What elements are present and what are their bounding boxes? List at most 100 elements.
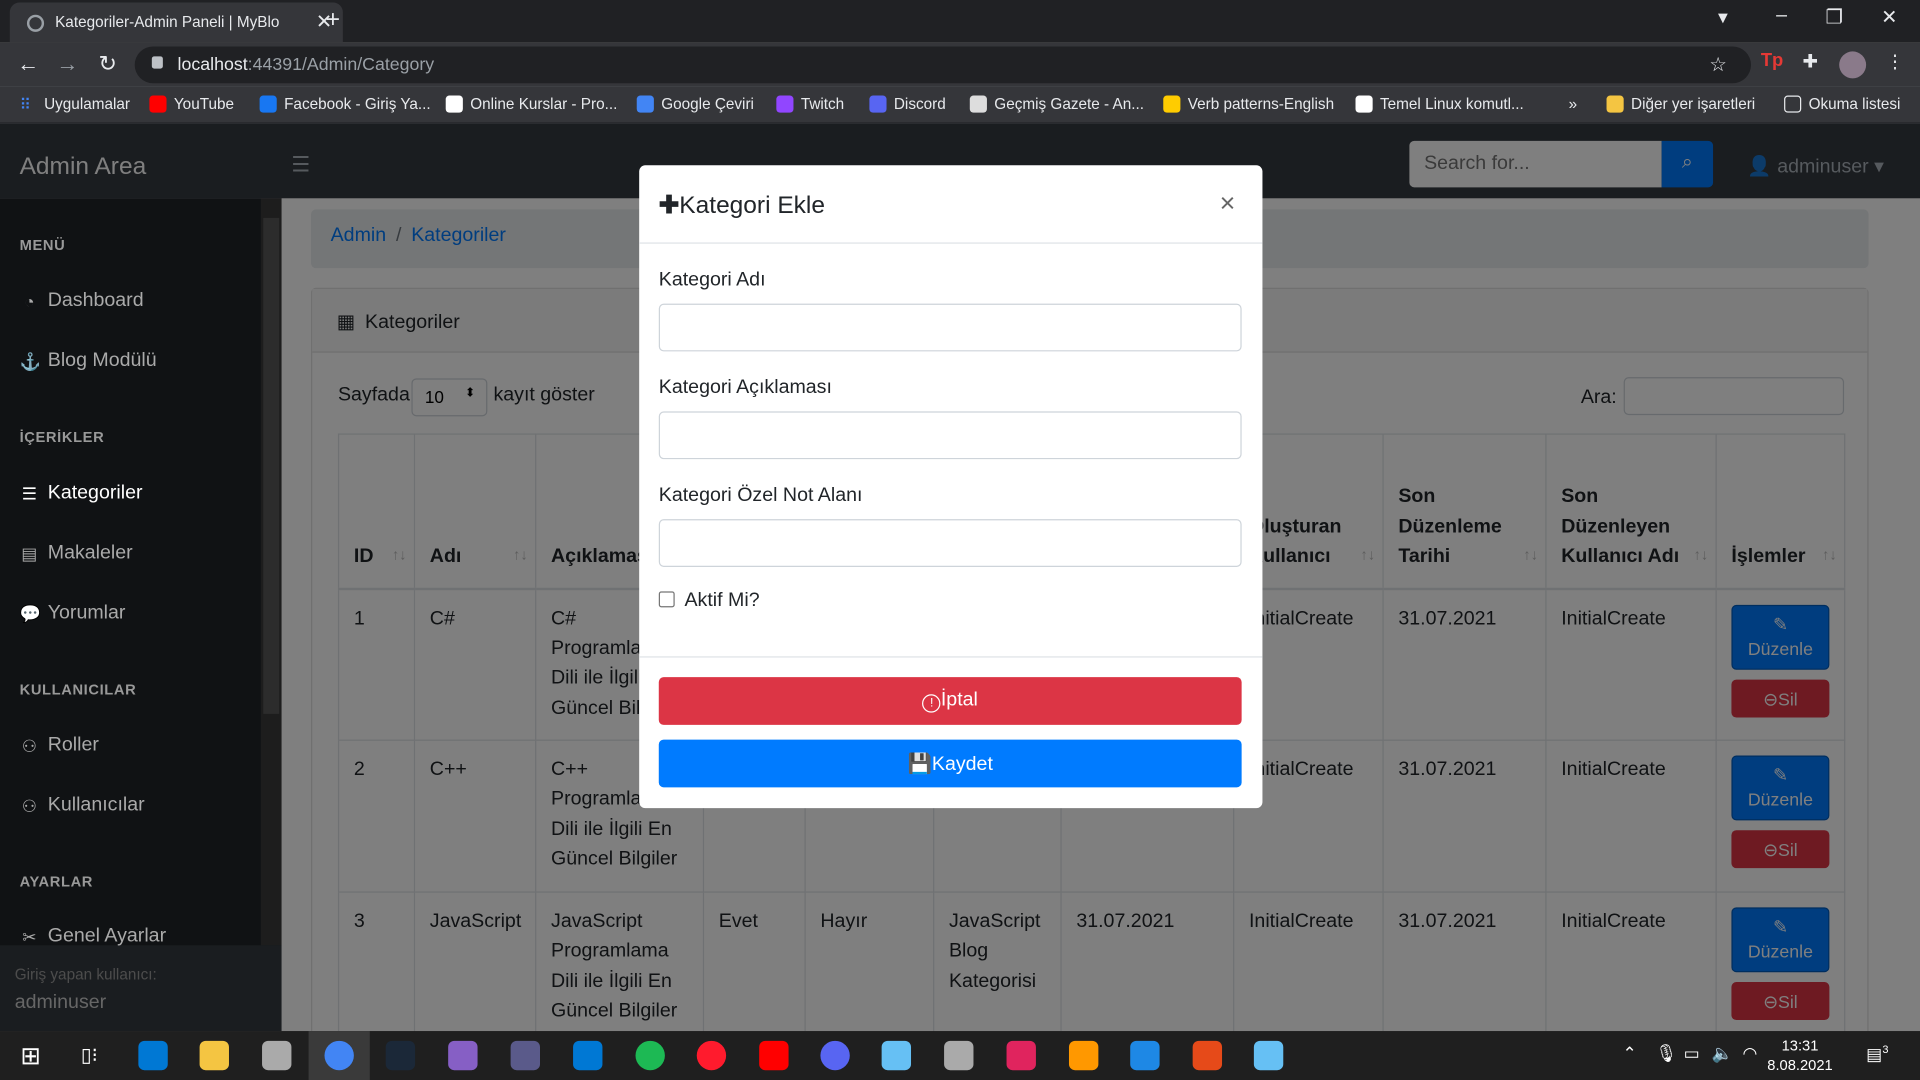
app-taskbar-icon[interactable] bbox=[1114, 1031, 1175, 1080]
modal-close-button[interactable]: × bbox=[1220, 187, 1236, 219]
category-name-input[interactable] bbox=[658, 303, 1242, 352]
bookmark-item[interactable]: Facebook - Giriş Ya... bbox=[259, 95, 431, 113]
other-bookmarks[interactable]: Diğer yer işaretleri bbox=[1606, 95, 1755, 113]
cancel-button[interactable]: ! İptal bbox=[658, 677, 1242, 725]
bookmark-favicon-icon bbox=[149, 95, 167, 113]
bookmark-favicon-icon bbox=[869, 95, 887, 113]
tray-chevron-icon[interactable]: ⌃ bbox=[1622, 1043, 1636, 1064]
bookmark-label: Discord bbox=[893, 95, 946, 113]
sidebar-item-users[interactable]: ⚇ Kullanıcılar bbox=[20, 795, 145, 817]
reading-list-icon bbox=[1784, 95, 1802, 113]
microphone-icon[interactable]: 🎙 bbox=[1656, 1043, 1678, 1064]
steam-taskbar-icon[interactable] bbox=[1238, 1031, 1299, 1080]
store-taskbar-icon[interactable] bbox=[246, 1031, 307, 1080]
bookmark-label: Twitch bbox=[800, 95, 845, 113]
database-taskbar-icon[interactable] bbox=[928, 1031, 989, 1080]
opera-taskbar-icon[interactable] bbox=[681, 1031, 742, 1080]
reload-icon[interactable]: ↻ bbox=[94, 51, 121, 77]
bookmark-item[interactable]: Discord bbox=[869, 95, 946, 113]
sidebar-item-label: Blog Modülü bbox=[47, 350, 157, 372]
sidebar-item-roles[interactable]: ⚇ Roller bbox=[20, 735, 99, 757]
notifications-icon[interactable]: ▤3 bbox=[1866, 1043, 1888, 1065]
battery-icon[interactable]: ▭ bbox=[1684, 1043, 1700, 1064]
lock-icon bbox=[151, 56, 163, 69]
sidebar-item-label: Makaleler bbox=[47, 542, 133, 564]
vscode-taskbar-icon[interactable] bbox=[557, 1031, 618, 1080]
profile-avatar[interactable] bbox=[1839, 51, 1867, 79]
roles-icon: ⚇ bbox=[21, 735, 38, 755]
sidebar-item-blog[interactable]: ⚓ Blog Modülü bbox=[20, 350, 157, 372]
browser-tab[interactable]: Kategoriler-Admin Paneli | MyBlo ✕ bbox=[9, 2, 343, 43]
sidebar-item-dashboard[interactable]: ◔ Dashboard bbox=[20, 290, 143, 312]
bookmark-label: Temel Linux komutl... bbox=[1380, 95, 1524, 113]
extension-icon[interactable]: Tp bbox=[1761, 50, 1783, 71]
sidebar-item-comments[interactable]: 💬 Yorumlar bbox=[20, 602, 126, 624]
tab-search-icon[interactable]: ▾ bbox=[1704, 5, 1741, 29]
notification-count: 3 bbox=[1882, 1043, 1889, 1056]
reading-list-label: Okuma listesi bbox=[1808, 95, 1901, 113]
bookmark-favicon-icon bbox=[776, 95, 794, 113]
sidebar-item-articles[interactable]: ▤ Makaleler bbox=[20, 542, 133, 564]
save-icon: 💾 bbox=[907, 754, 932, 776]
system-clock[interactable]: 13:31 8.08.2021 bbox=[1763, 1036, 1836, 1075]
eclipse-taskbar-icon[interactable] bbox=[495, 1031, 556, 1080]
bookmark-label: Uygulamalar bbox=[44, 95, 131, 113]
bookmark-label: Geçmiş Gazete - An... bbox=[994, 95, 1144, 113]
maximize-button[interactable]: ❐ bbox=[1816, 5, 1853, 29]
bookmark-item[interactable]: ⠿ Uygulamalar bbox=[19, 95, 131, 114]
bookmark-item[interactable]: Geçmiş Gazete - An... bbox=[969, 95, 1144, 113]
edge-taskbar-icon[interactable] bbox=[122, 1031, 183, 1080]
category-note-input[interactable] bbox=[658, 519, 1242, 567]
modal-header: ✚Kategori Ekle × bbox=[639, 165, 1263, 244]
bookmark-star-icon[interactable]: ☆ bbox=[1709, 53, 1727, 77]
sidebar-item-categories[interactable]: ☰ Kategoriler bbox=[20, 482, 143, 504]
task-view-icon[interactable]: ▯⁝ bbox=[59, 1031, 120, 1080]
puzzle-icon[interactable]: ✚ bbox=[1802, 50, 1817, 72]
bookmark-label: Facebook - Giriş Ya... bbox=[284, 95, 431, 113]
folder-icon bbox=[1606, 95, 1624, 113]
chrome-taskbar-icon[interactable] bbox=[308, 1031, 370, 1080]
clock-date: 8.08.2021 bbox=[1767, 1056, 1833, 1074]
spotify-taskbar-icon[interactable] bbox=[620, 1031, 681, 1080]
wifi-icon[interactable]: ◠ bbox=[1742, 1043, 1757, 1064]
minimize-button[interactable]: – bbox=[1763, 5, 1800, 27]
address-bar[interactable]: localhost:44391/Admin/Category ☆ bbox=[134, 46, 1752, 84]
reading-list[interactable]: Okuma listesi bbox=[1784, 95, 1901, 113]
bookmark-item[interactable]: Temel Linux komutl... bbox=[1355, 95, 1524, 113]
category-note-label: Kategori Özel Not Alanı bbox=[658, 484, 863, 506]
office-taskbar-icon[interactable] bbox=[1177, 1031, 1238, 1080]
category-description-input[interactable] bbox=[658, 411, 1242, 460]
back-icon[interactable]: ← bbox=[15, 51, 42, 77]
sidebar-item-settings[interactable]: ✂ Genel Ayarlar bbox=[20, 926, 166, 948]
window-close-button[interactable]: ✕ bbox=[1871, 5, 1908, 29]
windows-start-icon[interactable]: ⊞ bbox=[0, 1031, 61, 1080]
bookmark-item[interactable]: Verb patterns-English bbox=[1163, 95, 1335, 113]
bookmark-favicon-icon: ⠿ bbox=[19, 96, 31, 114]
bookmarks-more-button[interactable]: » bbox=[1569, 96, 1578, 113]
save-button[interactable]: 💾Kaydet bbox=[658, 739, 1242, 788]
file-explorer-taskbar-icon[interactable] bbox=[184, 1031, 245, 1080]
visual-studio-taskbar-icon[interactable] bbox=[432, 1031, 493, 1080]
active-checkbox[interactable] bbox=[658, 591, 675, 608]
chrome-menu-icon[interactable]: ⋮ bbox=[1886, 50, 1904, 72]
sidebar-item-label: Kategoriler bbox=[47, 482, 143, 504]
youtube-taskbar-icon[interactable] bbox=[743, 1031, 804, 1080]
discord-taskbar-icon[interactable] bbox=[804, 1031, 865, 1080]
bookmark-item[interactable]: YouTube bbox=[149, 95, 234, 113]
forward-icon[interactable]: → bbox=[54, 51, 81, 77]
app-taskbar-icon[interactable] bbox=[991, 1031, 1052, 1080]
new-tab-button[interactable]: + bbox=[326, 6, 350, 34]
bookmark-item[interactable]: Google Çeviri bbox=[636, 95, 754, 113]
bookmark-label: Verb patterns-English bbox=[1187, 95, 1335, 113]
bookmark-item[interactable]: Online Kurslar - Pro... bbox=[445, 95, 618, 113]
sidebar-item-label: Kullanıcılar bbox=[47, 794, 145, 816]
settings-icon: ✂ bbox=[22, 926, 37, 946]
steam-taskbar-icon[interactable] bbox=[370, 1031, 431, 1080]
sublime-taskbar-icon[interactable] bbox=[1053, 1031, 1114, 1080]
users-icon: ⚇ bbox=[21, 795, 38, 815]
bookmark-label: Online Kurslar - Pro... bbox=[470, 95, 618, 113]
virtualbox-taskbar-icon[interactable] bbox=[866, 1031, 927, 1080]
bookmark-item[interactable]: Twitch bbox=[776, 95, 845, 113]
active-label: Aktif Mi? bbox=[684, 590, 760, 612]
volume-icon[interactable]: 🔈 bbox=[1712, 1043, 1733, 1064]
